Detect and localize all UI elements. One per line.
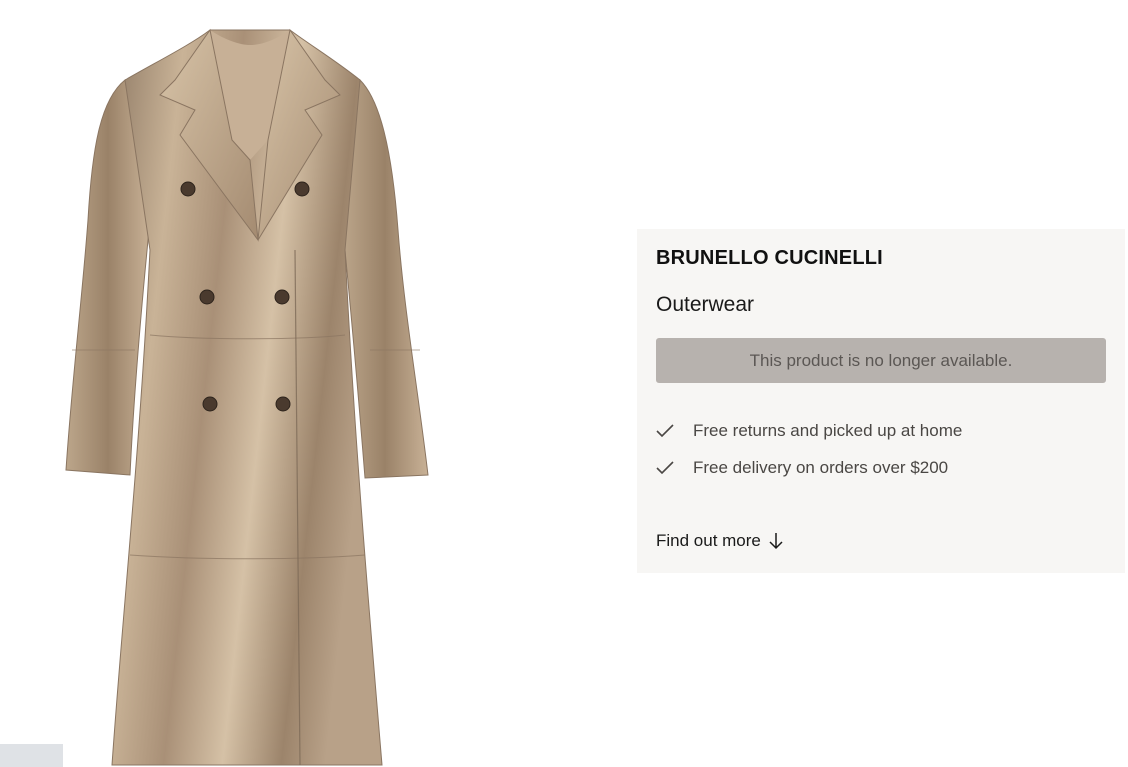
perk-free-returns: Free returns and picked up at home xyxy=(656,421,962,441)
coat-illustration xyxy=(65,28,429,766)
perk-label: Free delivery on orders over $200 xyxy=(693,458,949,477)
unavailable-notice: This product is no longer available. xyxy=(656,338,1106,383)
find-out-more-link[interactable]: Find out more xyxy=(656,531,783,551)
perk-label: Free returns and picked up at home xyxy=(693,421,963,440)
product-page: BRUNELLO CUCINELLI Outerwear This produc… xyxy=(0,0,1128,767)
check-icon xyxy=(656,461,674,475)
unavailable-text: This product is no longer available. xyxy=(749,350,1013,370)
check-icon xyxy=(656,424,674,438)
product-category: Outerwear xyxy=(656,293,755,316)
perk-free-delivery: Free delivery on orders over $200 xyxy=(656,458,948,478)
brand-name[interactable]: BRUNELLO CUCINELLI xyxy=(656,247,883,270)
thumbnail-tab[interactable] xyxy=(0,744,63,767)
find-out-more-label: Find out more xyxy=(656,531,761,550)
product-image[interactable] xyxy=(0,0,500,767)
product-info-panel: BRUNELLO CUCINELLI Outerwear This produc… xyxy=(637,229,1125,573)
arrow-down-icon xyxy=(769,533,783,550)
